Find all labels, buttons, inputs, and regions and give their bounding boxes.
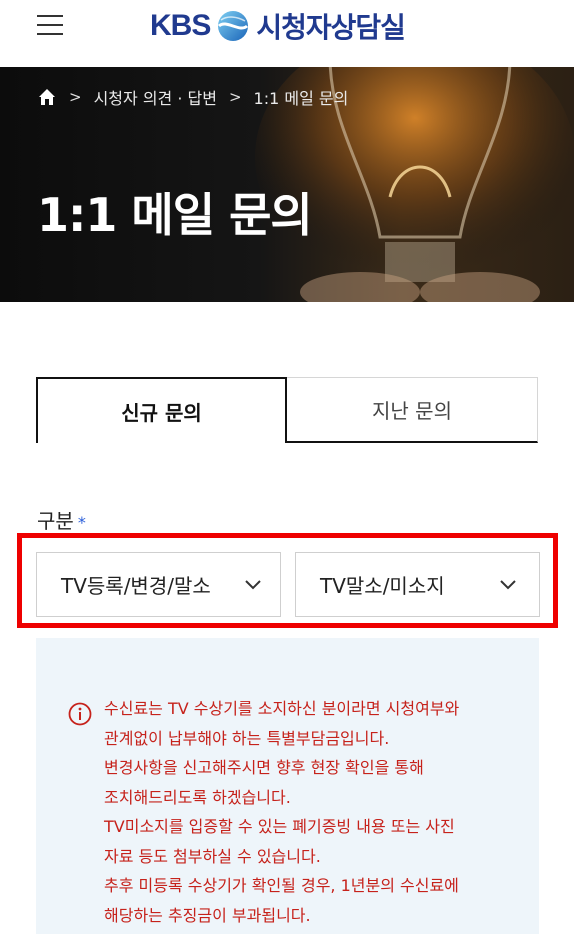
- notice-text: 수신료는 TV 수상기를 소지하신 분이라면 시청여부와 관계없이 납부해야 하…: [104, 694, 534, 930]
- page-title: 1:1 메일 문의: [37, 188, 313, 242]
- globe-logo-icon: [218, 11, 249, 41]
- breadcrumb-separator: >: [69, 88, 82, 106]
- category-primary-value: TV등록/변경/말소: [61, 574, 211, 598]
- required-mark: *: [77, 513, 86, 532]
- home-icon[interactable]: [37, 87, 57, 107]
- notice-box: 수신료는 TV 수상기를 소지하신 분이라면 시청여부와 관계없이 납부해야 하…: [36, 638, 539, 934]
- notice-line: TV미소지를 입증할 수 있는 폐기증빙 내용 또는 사진: [104, 817, 455, 836]
- category-secondary-select[interactable]: TV말소/미소지: [295, 552, 540, 617]
- chevron-down-icon: [500, 580, 516, 590]
- top-bar: KBS 시청자상담실: [0, 0, 574, 67]
- chevron-down-icon: [245, 580, 261, 590]
- breadcrumb-item-opinions[interactable]: 시청자 의견 · 답변: [94, 85, 217, 109]
- logo-brand: KBS: [150, 9, 211, 42]
- notice-line: 조치해드리도록 하겠습니다.: [104, 787, 291, 807]
- logo-title: 시청자상담실: [256, 11, 406, 44]
- tab-past-inquiry[interactable]: 지난 문의: [287, 377, 538, 443]
- tab-new-inquiry[interactable]: 신규 문의: [36, 377, 287, 443]
- category-label: 구분 *: [37, 505, 86, 534]
- notice-line: 관계없이 납부해야 하는 특별부담금입니다.: [104, 728, 390, 748]
- notice-line: 자료 등도 첨부하실 수 있습니다.: [104, 846, 321, 866]
- site-logo[interactable]: KBS 시청자상담실: [150, 6, 406, 46]
- menu-icon[interactable]: [37, 14, 63, 36]
- category-primary-select[interactable]: TV등록/변경/말소: [36, 552, 281, 617]
- breadcrumb-separator: >: [228, 88, 242, 106]
- hero-banner: > 시청자 의견 · 답변 > 1:1 메일 문의 1:1 메일 문의: [0, 67, 574, 302]
- breadcrumb: > 시청자 의견 · 답변 > 1:1 메일 문의: [37, 85, 348, 109]
- notice-line: 수신료는 TV 수상기를 소지하신 분이라면 시청여부와: [104, 699, 460, 718]
- notice-line: 해당하는 추징금이 부과됩니다.: [104, 905, 311, 925]
- category-label-text: 구분: [37, 509, 74, 533]
- inquiry-tabs: 신규 문의 지난 문의: [36, 377, 539, 443]
- notice-line: 추후 미등록 수상기가 확인될 경우, 1년분의 수신료에: [104, 876, 459, 895]
- info-icon: [68, 702, 92, 726]
- notice-line: 변경사항을 신고해주시면 향후 현장 확인을 통해: [104, 758, 424, 777]
- breadcrumb-item-email[interactable]: 1:1 메일 문의: [254, 85, 349, 109]
- category-secondary-value: TV말소/미소지: [320, 574, 445, 598]
- category-select-group: TV등록/변경/말소 TV말소/미소지: [17, 533, 558, 628]
